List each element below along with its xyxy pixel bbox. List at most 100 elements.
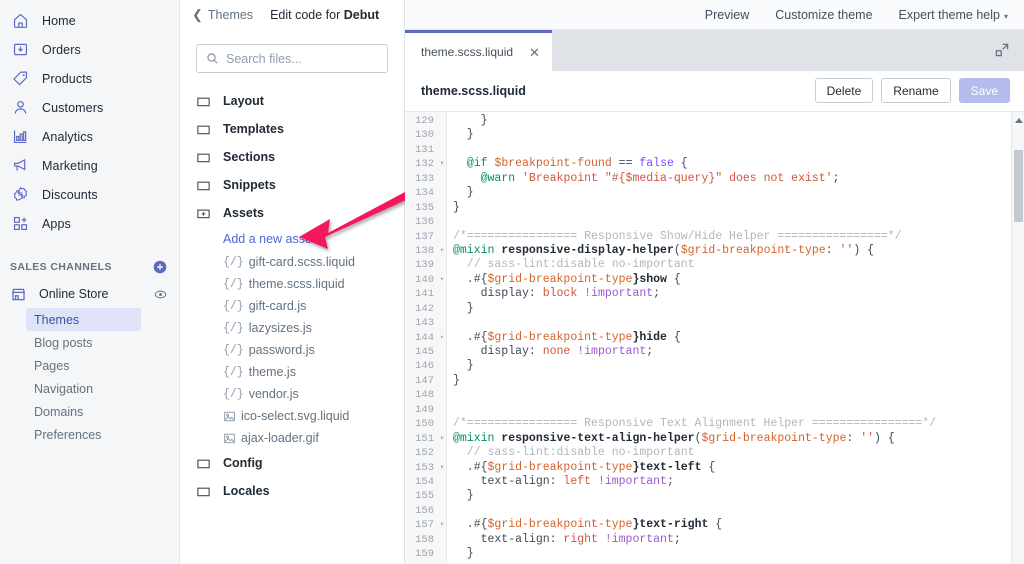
expand-icon[interactable] [990, 38, 1014, 62]
breadcrumb-back-link[interactable]: Themes [208, 8, 253, 22]
sidebar-item-products[interactable]: Products [0, 64, 179, 93]
line-number: 141 [415, 288, 434, 301]
fold-toggle-icon[interactable]: ▾ [440, 432, 444, 446]
code-token: false [639, 157, 674, 171]
code-token: .#{ [453, 330, 488, 344]
sidebar-subitem-pages[interactable]: Pages [26, 354, 141, 377]
code-line: display: block !important; [453, 287, 1024, 301]
person-icon [10, 98, 30, 118]
customize-theme-link[interactable]: Customize theme [775, 8, 872, 22]
sidebar-subitem-blog-posts[interactable]: Blog posts [26, 331, 141, 354]
tree-folder-assets[interactable]: Assets [196, 199, 404, 227]
preview-link[interactable]: Preview [705, 8, 749, 22]
tree-file-gift-card-scss-liquid[interactable]: {/} gift-card.scss.liquid [196, 251, 404, 273]
code-line: } [453, 547, 1024, 561]
line-number: 159 [415, 548, 434, 561]
tree-file-ajax-loader-gif[interactable]: ajax-loader.gif [196, 427, 404, 449]
megaphone-icon [10, 156, 30, 176]
tree-folder-layout[interactable]: Layout [196, 87, 404, 115]
search-input[interactable] [226, 51, 378, 66]
delete-button[interactable]: Delete [814, 78, 874, 103]
code-line: text-align: left !important; [453, 475, 1024, 489]
tree-file-label: gift-card.js [248, 299, 307, 313]
fold-toggle-icon[interactable]: ▾ [440, 331, 444, 345]
line-number: 135 [415, 201, 434, 214]
code-token: ; [832, 171, 840, 185]
scroll-up-arrow-icon[interactable] [1015, 118, 1023, 123]
code-token: // sass-lint:disable no-important [453, 258, 695, 272]
code-token: .#{ [453, 518, 488, 532]
fold-toggle-icon[interactable]: ▾ [440, 273, 444, 287]
tree-file-theme-scss-liquid[interactable]: {/} theme.scss.liquid [196, 273, 404, 295]
code-line: .#{$grid-breakpoint-type}hide { [453, 331, 1024, 345]
sidebar-item-analytics[interactable]: Analytics [0, 122, 179, 151]
sidebar-item-customers[interactable]: Customers [0, 93, 179, 122]
fold-toggle-icon[interactable]: ▾ [440, 157, 444, 171]
code-editor-region: Preview Customize theme Expert theme hel… [405, 0, 1024, 564]
tree-file-password-js[interactable]: {/} password.js [196, 339, 404, 361]
tree-folder-config[interactable]: Config [196, 449, 404, 477]
rename-button[interactable]: Rename [881, 78, 951, 103]
sidebar-item-discounts[interactable]: Discounts [0, 180, 179, 209]
chevron-left-icon[interactable]: ❮ [192, 7, 203, 23]
add-new-asset-link[interactable]: Add a new asset [196, 227, 404, 251]
code-content[interactable]: } } @if $breakpoint-found == false { @wa… [447, 112, 1024, 564]
sidebar-item-apps[interactable]: Apps [0, 209, 179, 238]
sidebar-item-orders[interactable]: Orders [0, 35, 179, 64]
code-token: /*================ Responsive Show/Hide … [453, 229, 902, 243]
tree-file-label: vendor.js [248, 387, 299, 401]
tree-file-vendor-js[interactable]: {/} vendor.js [196, 383, 404, 405]
save-button[interactable]: Save [958, 78, 1010, 103]
line-number: 153 ▾ [415, 461, 444, 475]
tree-file-label: theme.js [248, 365, 296, 379]
image-icon [223, 432, 236, 445]
fold-toggle-icon[interactable]: ▾ [440, 461, 444, 475]
close-icon[interactable]: ✕ [529, 46, 540, 59]
tree-file-ico-select-svg-liquid[interactable]: ico-select.svg.liquid [196, 405, 404, 427]
tree-folder-locales[interactable]: Locales [196, 477, 404, 505]
expert-theme-help-menu[interactable]: Expert theme help ▾ [899, 8, 1008, 22]
line-number: 134 [415, 187, 434, 200]
code-token: responsive-display-helper [501, 243, 674, 257]
sidebar-item-home[interactable]: Home [0, 6, 179, 35]
tab-theme-scss-liquid[interactable]: theme.scss.liquid ✕ [405, 30, 552, 71]
eye-icon[interactable] [154, 288, 167, 301]
tree-file-label: lazysizes.js [248, 321, 312, 335]
tree-file-lazysizes-js[interactable]: {/} lazysizes.js [196, 317, 404, 339]
line-number: 136 [415, 216, 434, 229]
line-number: 145 [415, 346, 434, 358]
line-number: 152 [415, 447, 434, 460]
sidebar-subitem-domains[interactable]: Domains [26, 400, 141, 423]
sidebar-item-online-store[interactable]: Online Store [0, 280, 179, 308]
tree-folder-templates[interactable]: Templates [196, 115, 404, 143]
tree-file-theme-js[interactable]: {/} theme.js [196, 361, 404, 383]
tree-folder-sections[interactable]: Sections [196, 143, 404, 171]
file-tree: Layout Templates Sections Snippets Assets Add… [180, 73, 404, 505]
fold-toggle-icon[interactable]: ▾ [440, 518, 444, 532]
sidebar-subitem-navigation[interactable]: Navigation [26, 377, 141, 400]
fold-toggle-icon[interactable]: ▾ [440, 244, 444, 258]
sidebar-item-marketing[interactable]: Marketing [0, 151, 179, 180]
scrollbar-thumb[interactable] [1014, 150, 1023, 222]
vertical-scrollbar[interactable] [1011, 112, 1024, 564]
code-token: } [453, 128, 474, 142]
plus-circle-icon[interactable] [153, 260, 167, 274]
sales-channels-header: SALES CHANNELS [0, 254, 179, 280]
tree-folder-label: Layout [223, 94, 264, 108]
sidebar-subitem-themes[interactable]: Themes [26, 308, 141, 331]
search-box[interactable] [196, 44, 388, 73]
tree-file-gift-card-js[interactable]: {/} gift-card.js [196, 295, 404, 317]
folder-icon [196, 94, 211, 109]
add-new-asset-label: Add a new asset [223, 232, 316, 246]
code-token: } [453, 359, 474, 373]
code-line: } [453, 359, 1024, 373]
sidebar-subitem-preferences[interactable]: Preferences [26, 423, 141, 446]
tree-folder-snippets[interactable]: Snippets [196, 171, 404, 199]
code-token: !important [597, 474, 667, 488]
code-token: right [563, 532, 598, 546]
code-line: @warn 'Breakpoint "#{$media-query}" does… [453, 172, 1024, 186]
sidebar-subitem-label: Themes [34, 312, 80, 327]
code-line: // sass-lint:disable no-important [453, 446, 1024, 460]
